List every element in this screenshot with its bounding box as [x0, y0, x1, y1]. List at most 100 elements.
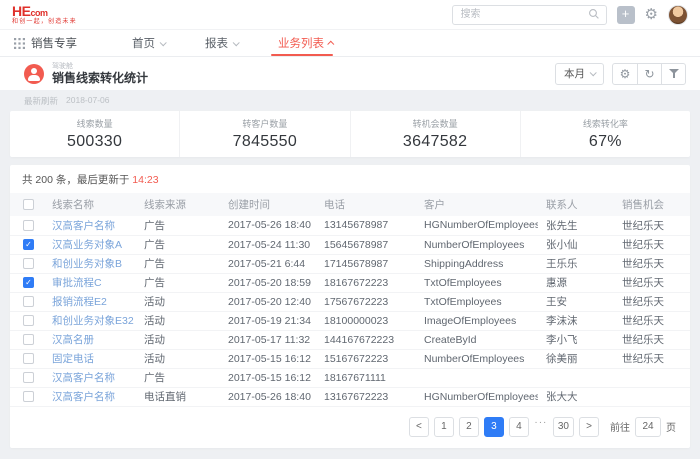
- table-row: 固定电话 活动 2017-05-15 16:12 15167672223 Num…: [10, 349, 690, 368]
- cell-source: 活动: [136, 349, 220, 368]
- cell-phone: 144167672223: [316, 330, 416, 349]
- cell-name[interactable]: 和创业务对象B: [44, 254, 136, 273]
- cell-phone: 13145678987: [316, 216, 416, 235]
- gear-icon[interactable]: ⚙: [645, 7, 658, 22]
- cell-name[interactable]: 汉高客户名称: [44, 216, 136, 235]
- row-checkbox[interactable]: ✓: [23, 239, 34, 250]
- settings-button[interactable]: ⚙: [613, 64, 637, 84]
- page-button-30[interactable]: 30: [553, 417, 574, 437]
- cell-opportunity: 世纪乐天: [614, 254, 690, 273]
- next-page-button[interactable]: >: [579, 417, 599, 437]
- cell-phone: 18167672223: [316, 273, 416, 292]
- search-input[interactable]: [452, 5, 607, 25]
- page-button-3[interactable]: 3: [484, 417, 504, 437]
- top-header: HEcom 和创一起，创造未来 + ⚙: [0, 0, 700, 30]
- cell-created: 2017-05-26 18:40: [220, 387, 316, 406]
- goto-page-input[interactable]: 24: [635, 417, 661, 437]
- stat-converted-opportunities: 转机会数量 3647582: [350, 111, 520, 157]
- cell-name[interactable]: 报销流程E2: [44, 292, 136, 311]
- chevron-down-icon: [160, 39, 167, 46]
- filter-button[interactable]: [661, 64, 685, 84]
- cell-opportunity: 世纪乐天: [614, 235, 690, 254]
- row-checkbox[interactable]: [23, 258, 34, 269]
- cell-name[interactable]: 汉高名册: [44, 330, 136, 349]
- refresh-button[interactable]: ↻: [637, 64, 661, 84]
- leads-table: 线索名称 线索来源 创建时间 电话 客户 联系人 销售机会 汉高客户名称 广告 …: [10, 193, 690, 407]
- col-header-contact: 联系人: [538, 193, 614, 216]
- workspace-label: 销售专享: [31, 35, 77, 51]
- period-dropdown[interactable]: 本月: [555, 63, 604, 85]
- prev-page-button[interactable]: <: [409, 417, 429, 437]
- global-search: [452, 4, 607, 25]
- cell-phone: 13167672223: [316, 387, 416, 406]
- cell-phone: 18167671111: [316, 368, 416, 387]
- cell-name[interactable]: 汉高客户名称: [44, 368, 136, 387]
- table-row: 汉高客户名称 广告 2017-05-26 18:40 13145678987 H…: [10, 216, 690, 235]
- main-nav: 销售专享 首页 报表 业务列表: [0, 30, 700, 57]
- cell-source: 广告: [136, 254, 220, 273]
- cell-name[interactable]: 审批流程C: [44, 273, 136, 292]
- cell-source: 广告: [136, 216, 220, 235]
- cell-source: 广告: [136, 368, 220, 387]
- cell-name[interactable]: 和创业务对象E32: [44, 311, 136, 330]
- table-header-row: 线索名称 线索来源 创建时间 电话 客户 联系人 销售机会: [10, 193, 690, 216]
- cell-name[interactable]: 固定电话: [44, 349, 136, 368]
- cell-name[interactable]: 汉高业务对象A: [44, 235, 136, 254]
- cell-opportunity: 世纪乐天: [614, 216, 690, 235]
- cell-customer: NumberOfEmployees: [416, 349, 538, 368]
- row-checkbox[interactable]: ✓: [23, 277, 34, 288]
- row-checkbox[interactable]: [23, 315, 34, 326]
- tab-business-list[interactable]: 业务列表: [275, 30, 337, 56]
- cell-customer: TxtOfEmployees: [416, 273, 538, 292]
- cell-source: 电话直销: [136, 387, 220, 406]
- row-checkbox[interactable]: [23, 353, 34, 364]
- workspace-switcher[interactable]: 销售专享: [14, 30, 77, 56]
- row-checkbox[interactable]: [23, 334, 34, 345]
- cell-contact: 李小飞: [538, 330, 614, 349]
- cell-contact: 张小仙: [538, 235, 614, 254]
- cell-customer: NumberOfEmployees: [416, 235, 538, 254]
- table-row: 汉高客户名称 广告 2017-05-15 16:12 18167671111: [10, 368, 690, 387]
- stat-leads: 线索数量 500330: [10, 111, 179, 157]
- select-all-checkbox[interactable]: [23, 199, 34, 210]
- page-button-2[interactable]: 2: [459, 417, 479, 437]
- last-updated-time: 14:23: [132, 174, 158, 186]
- cell-phone: 15645678987: [316, 235, 416, 254]
- cell-phone: 17145678987: [316, 254, 416, 273]
- leads-table-card: 共 200 条，最后更新于 14:23 线索名称 线索来源 创建时间 电话 客户…: [10, 165, 690, 448]
- cell-customer: ShippingAddress: [416, 254, 538, 273]
- cell-name[interactable]: 汉高客户名称: [44, 387, 136, 406]
- cell-phone: 17567672223: [316, 292, 416, 311]
- cell-phone: 18100000023: [316, 311, 416, 330]
- plus-icon: +: [622, 6, 630, 21]
- stat-converted-customers: 转客户数量 7845550: [179, 111, 349, 157]
- filter-icon: [669, 69, 679, 78]
- page-header: 驾驶舱 销售线索转化统计 本月 ⚙ ↻: [0, 57, 700, 90]
- table-row: 汉高名册 活动 2017-05-17 11:32 144167672223 Cr…: [10, 330, 690, 349]
- cell-opportunity: 世纪乐天: [614, 273, 690, 292]
- cell-created: 2017-05-20 18:59: [220, 273, 316, 292]
- user-avatar[interactable]: [668, 5, 688, 25]
- cell-opportunity: [614, 368, 690, 387]
- refresh-label: 最新刷新: [24, 95, 58, 107]
- page-title: 销售线索转化统计: [52, 72, 148, 84]
- col-header-source: 线索来源: [136, 193, 220, 216]
- cell-customer: HGNumberOfEmployees: [416, 387, 538, 406]
- add-button[interactable]: +: [617, 6, 635, 24]
- page-button-1[interactable]: 1: [434, 417, 454, 437]
- tab-home[interactable]: 首页: [129, 30, 168, 56]
- page-button-4[interactable]: 4: [509, 417, 529, 437]
- row-checkbox[interactable]: [23, 372, 34, 383]
- refresh-icon: ↻: [644, 67, 654, 81]
- row-checkbox[interactable]: [23, 296, 34, 307]
- cell-opportunity: 世纪乐天: [614, 311, 690, 330]
- tab-reports[interactable]: 报表: [202, 30, 241, 56]
- logo-text: HE: [12, 3, 30, 19]
- cell-contact: 王安: [538, 292, 614, 311]
- cell-created: 2017-05-15 16:12: [220, 368, 316, 387]
- page-category: 驾驶舱: [52, 63, 148, 70]
- row-checkbox[interactable]: [23, 391, 34, 402]
- col-header-customer: 客户: [416, 193, 538, 216]
- gear-icon: ⚙: [620, 67, 631, 81]
- row-checkbox[interactable]: [23, 220, 34, 231]
